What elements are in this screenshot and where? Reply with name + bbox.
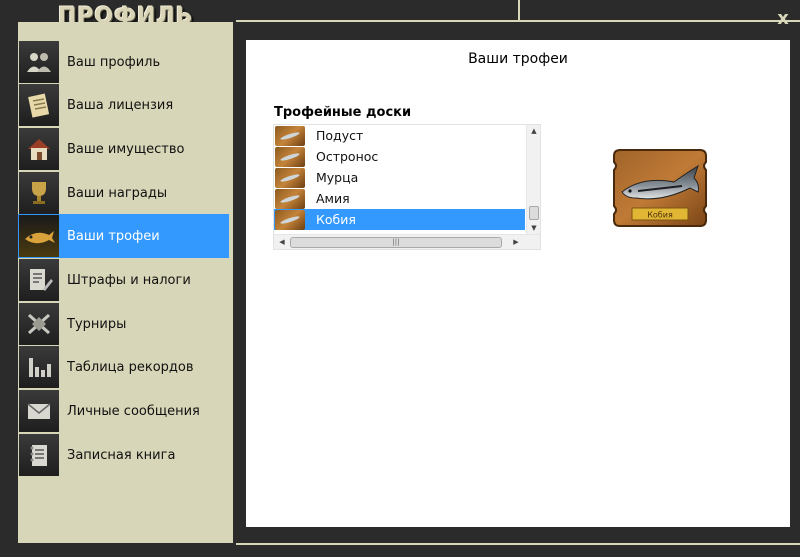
sidebar-item-awards[interactable]: Ваши награды: [18, 171, 229, 215]
scroll-up-arrow-icon[interactable]: ▲: [527, 125, 541, 137]
close-button[interactable]: x: [774, 10, 792, 28]
envelope-icon: [19, 390, 59, 432]
sidebar-item-messages[interactable]: Личные сообщения: [18, 389, 229, 433]
frame-line-vertical: [518, 0, 520, 22]
sidebar-item-notebook[interactable]: Записная книга: [18, 433, 229, 477]
trophies-panel: Ваши трофеи Трофейные доски Подуст Остро…: [246, 40, 790, 527]
trophy-board-thumbnail: [275, 188, 305, 209]
sidebar-item-label: Таблица рекордов: [67, 359, 194, 375]
list-item[interactable]: Мурца: [274, 167, 525, 188]
cup-icon: [19, 172, 59, 214]
sidebar-item-label: Ваш профиль: [67, 54, 161, 70]
license-icon: [19, 84, 59, 126]
list-item-label: Кобия: [316, 212, 356, 227]
frame-line-bottom: [236, 543, 800, 545]
sidebar-item-label: Ваше имущество: [67, 141, 185, 157]
sidebar-item-label: Личные сообщения: [67, 403, 200, 419]
house-icon: [19, 128, 59, 170]
scroll-right-arrow-icon[interactable]: ▶: [510, 236, 522, 248]
trophy-plaque-label: Кобия: [647, 211, 673, 220]
trophy-board-thumbnail: [275, 146, 305, 167]
vertical-scroll-thumb[interactable]: [529, 206, 539, 220]
trophy-board-preview: Кобия: [612, 148, 708, 228]
trophy-board-thumbnail: [275, 167, 305, 188]
sidebar: Ваш профиль Ваша лицензия Ваше имущество…: [18, 22, 233, 543]
scroll-left-arrow-icon[interactable]: ◀: [276, 236, 288, 248]
sidebar-item-label: Штрафы и налоги: [67, 272, 191, 288]
trophy-board-thumbnail: [275, 125, 305, 146]
list-item[interactable]: Амия: [274, 188, 525, 209]
frame-line-top: [236, 20, 520, 22]
list-item-label: Подуст: [316, 128, 364, 143]
document-edit-icon: [19, 259, 59, 301]
trophy-board-thumbnail: [275, 209, 305, 230]
sidebar-item-records[interactable]: Таблица рекордов: [18, 345, 229, 389]
frame-line-top-right: [520, 20, 800, 22]
notebook-icon: [19, 434, 59, 476]
list-item[interactable]: Подуст: [274, 125, 525, 146]
sidebar-item-label: Ваши награды: [67, 185, 168, 201]
sidebar-item-license[interactable]: Ваша лицензия: [18, 83, 229, 127]
list-item-label: Остронос: [316, 149, 379, 164]
sidebar-item-label: Ваши трофеи: [67, 228, 160, 244]
list-item-selected[interactable]: Кобия: [274, 209, 525, 230]
users-icon: [19, 41, 59, 83]
vertical-scrollbar[interactable]: ▲ ▼: [526, 125, 540, 234]
tournament-icon: [19, 303, 59, 345]
close-icon: x: [777, 8, 789, 29]
sidebar-item-tournaments[interactable]: Турниры: [18, 302, 229, 346]
horizontal-scrollbar[interactable]: ◀ ||| ▶: [274, 234, 540, 249]
list-item-label: Мурца: [316, 170, 359, 185]
horizontal-scroll-thumb[interactable]: |||: [290, 237, 502, 248]
list-item-label: Амия: [316, 191, 350, 206]
list-item[interactable]: Остронос: [274, 146, 525, 167]
scroll-down-arrow-icon[interactable]: ▼: [527, 222, 541, 234]
bar-chart-icon: [19, 346, 59, 388]
sidebar-item-label: Записная книга: [67, 447, 176, 463]
sidebar-item-label: Ваша лицензия: [67, 97, 174, 113]
trophy-boards-label: Трофейные доски: [274, 105, 412, 120]
sidebar-item-profile[interactable]: Ваш профиль: [18, 40, 229, 84]
trophy-boards-list[interactable]: Подуст Остронос Мурца Амия Кобия ▲ ▼ ◀ |…: [273, 124, 541, 250]
sidebar-item-trophies[interactable]: Ваши трофеи: [18, 214, 229, 258]
fish-trophy-icon: [19, 215, 59, 257]
page-title: Ваши трофеи: [468, 51, 568, 67]
sidebar-item-label: Турниры: [67, 316, 127, 332]
sidebar-item-property[interactable]: Ваше имущество: [18, 127, 229, 171]
sidebar-item-fines[interactable]: Штрафы и налоги: [18, 258, 229, 302]
